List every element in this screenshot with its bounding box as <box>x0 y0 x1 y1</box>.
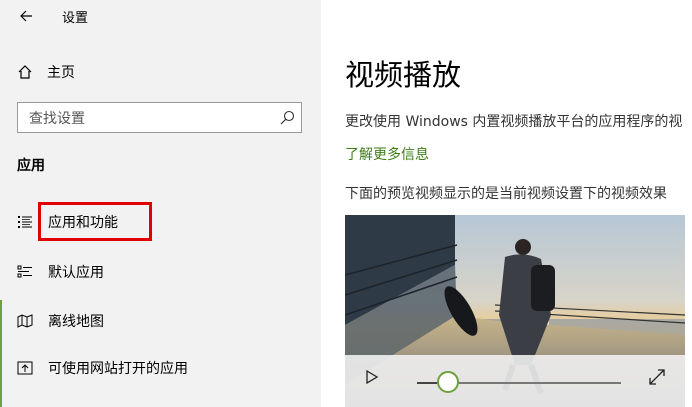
default-apps-icon <box>16 263 34 281</box>
home-label: 主页 <box>47 65 75 81</box>
search-input[interactable] <box>27 108 271 130</box>
page-title: 视频播放 <box>345 58 462 92</box>
offline-map-icon <box>16 312 34 330</box>
search-box[interactable] <box>17 102 302 133</box>
list-icon <box>16 213 34 231</box>
video-controls <box>345 355 685 407</box>
main-content: 视频播放 更改使用 Windows 内置视频播放平台的应用程序的视 了解更多信息… <box>321 0 692 407</box>
sidebar-item-apps-for-websites[interactable]: 可使用网站打开的应用 <box>16 355 188 381</box>
section-heading-apps: 应用 <box>17 158 45 174</box>
play-icon[interactable] <box>361 367 381 387</box>
sidebar-item-label: 可使用网站打开的应用 <box>48 361 188 377</box>
fullscreen-icon[interactable] <box>647 367 667 387</box>
search-icon[interactable] <box>279 110 295 126</box>
page-description: 更改使用 Windows 内置视频播放平台的应用程序的视 <box>345 114 683 130</box>
open-with-website-icon <box>16 359 34 377</box>
video-preview[interactable] <box>345 215 685 407</box>
sidebar-item-label: 默认应用 <box>48 265 104 281</box>
preview-description: 下面的预览视频显示的是当前视频设置下的视频效果 <box>345 186 667 202</box>
home-icon <box>18 65 32 79</box>
sidebar-accent-bar <box>0 300 2 407</box>
back-arrow-icon <box>20 10 32 22</box>
highlight-annotation <box>38 202 152 241</box>
seek-thumb[interactable] <box>436 371 459 393</box>
back-button[interactable] <box>14 4 38 28</box>
sidebar-item-home[interactable]: 主页 <box>17 60 75 84</box>
sidebar-item-offline-maps[interactable]: 离线地图 <box>16 308 104 334</box>
window-title: 设置 <box>62 11 89 26</box>
learn-more-link[interactable]: 了解更多信息 <box>345 144 429 164</box>
sidebar-item-default-apps[interactable]: 默认应用 <box>16 259 104 285</box>
sidebar-item-label: 离线地图 <box>48 314 104 330</box>
sidebar: 设置 主页 应用 应用和功能 <box>0 0 321 407</box>
